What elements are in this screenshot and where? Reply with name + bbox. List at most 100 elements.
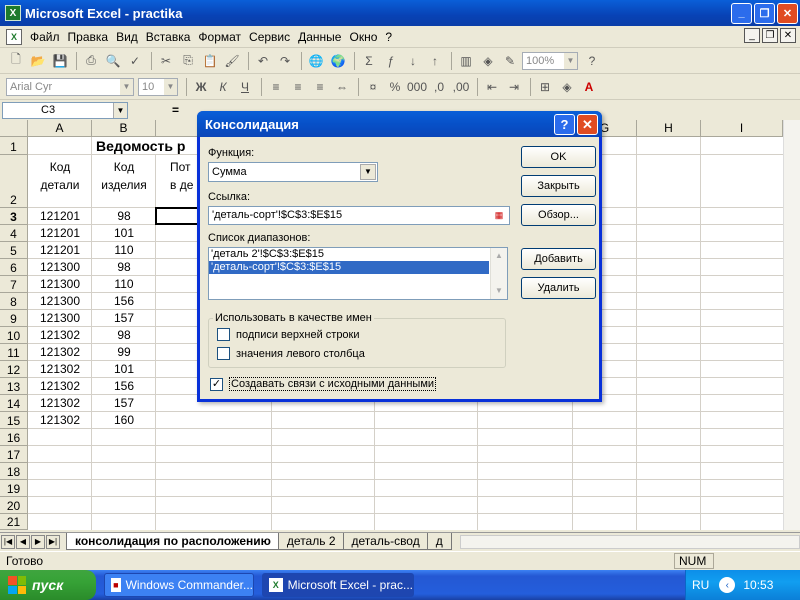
bold-icon[interactable]: Ж: [191, 77, 211, 97]
row-header[interactable]: 14: [0, 395, 28, 412]
row-header[interactable]: 13: [0, 378, 28, 395]
paste-icon[interactable]: 📋: [200, 51, 220, 71]
decrease-decimal-icon[interactable]: ,00: [451, 77, 471, 97]
row-header[interactable]: 5: [0, 242, 28, 259]
autosum-icon[interactable]: Σ: [359, 51, 379, 71]
cell-a[interactable]: 121302: [28, 378, 92, 395]
document-icon[interactable]: X: [6, 28, 22, 45]
open-icon[interactable]: 📂: [28, 51, 48, 71]
cell-b[interactable]: 157: [92, 395, 156, 412]
menu-format[interactable]: Формат: [194, 30, 245, 44]
list-item[interactable]: 'деталь 2'!$C$3:$E$15: [209, 248, 489, 261]
header-cell-a[interactable]: Код детали: [28, 158, 92, 194]
borders-icon[interactable]: ⊞: [535, 77, 555, 97]
top-row-checkbox[interactable]: подписи верхней строки: [217, 328, 360, 341]
menu-help[interactable]: ?: [381, 30, 396, 44]
cell-a[interactable]: 121302: [28, 412, 92, 429]
align-right-icon[interactable]: ≡: [310, 77, 330, 97]
hyperlink-icon[interactable]: 🌐: [306, 51, 326, 71]
drawing-icon[interactable]: ✎: [500, 51, 520, 71]
col-header-a[interactable]: A: [28, 120, 92, 137]
fill-color-icon[interactable]: ◈: [557, 77, 577, 97]
row-header[interactable]: 10: [0, 327, 28, 344]
row-header[interactable]: 20: [0, 497, 28, 514]
underline-icon[interactable]: Ч: [235, 77, 255, 97]
last-sheet-button[interactable]: ▶|: [46, 534, 60, 549]
decrease-indent-icon[interactable]: ⇤: [482, 77, 502, 97]
cell-a[interactable]: 121302: [28, 361, 92, 378]
row-header[interactable]: 19: [0, 480, 28, 497]
thousands-icon[interactable]: 000: [407, 77, 427, 97]
cell-b[interactable]: 110: [92, 276, 156, 293]
tray-expand-icon[interactable]: ‹: [719, 577, 736, 593]
scroll-down-icon[interactable]: ▼: [491, 283, 507, 297]
menu-view[interactable]: Вид: [112, 30, 142, 44]
font-size-select[interactable]: 10 ▼: [138, 77, 178, 96]
ok-button[interactable]: OK: [521, 146, 596, 168]
cell-a[interactable]: 121300: [28, 276, 92, 293]
menu-edit[interactable]: Правка: [64, 30, 113, 44]
italic-icon[interactable]: К: [213, 77, 233, 97]
close-dialog-button[interactable]: Закрыть: [521, 175, 596, 197]
delete-button[interactable]: Удалить: [521, 277, 596, 299]
add-button[interactable]: Добавить: [521, 248, 596, 270]
menu-data[interactable]: Данные: [294, 30, 345, 44]
tab-consolidation[interactable]: консолидация по расположению: [66, 533, 280, 550]
row-header[interactable]: 9: [0, 310, 28, 327]
tab-more[interactable]: д: [426, 533, 452, 550]
excel-app-icon[interactable]: X: [5, 5, 21, 21]
list-item-selected[interactable]: 'деталь-сорт'!$C$3:$E$15: [209, 261, 489, 274]
help-button[interactable]: ?: [554, 114, 575, 135]
new-icon[interactable]: 🗋: [6, 51, 26, 71]
row-header[interactable]: 4: [0, 225, 28, 242]
cell-b[interactable]: 99: [92, 344, 156, 361]
zoom-select[interactable]: 100% ▼: [522, 51, 578, 70]
vertical-scrollbar[interactable]: [783, 120, 800, 530]
cell-b[interactable]: 98: [92, 208, 156, 225]
currency-icon[interactable]: ¤: [363, 77, 383, 97]
name-box[interactable]: C3 ▼: [2, 101, 128, 119]
redo-icon[interactable]: ↷: [275, 51, 295, 71]
collapse-dialog-icon[interactable]: ▦: [491, 209, 507, 222]
format-painter-icon[interactable]: 🖌: [222, 51, 242, 71]
scroll-track[interactable]: [491, 262, 507, 283]
cell-a[interactable]: 121201: [28, 208, 92, 225]
sort-asc-icon[interactable]: ↓: [403, 51, 423, 71]
align-left-icon[interactable]: ≡: [266, 77, 286, 97]
cell-b[interactable]: 101: [92, 361, 156, 378]
header-cell-b[interactable]: Код изделия: [92, 158, 156, 194]
percent-icon[interactable]: %: [385, 77, 405, 97]
row-header[interactable]: 12: [0, 361, 28, 378]
menu-insert[interactable]: Вставка: [142, 30, 195, 44]
left-column-checkbox[interactable]: значения левого столбца: [217, 347, 365, 360]
next-sheet-button[interactable]: ▶: [31, 534, 45, 549]
checkmark-icon[interactable]: ✓: [210, 377, 223, 391]
reference-input[interactable]: 'деталь-сорт'!$C$3:$E$15 ▦: [208, 206, 510, 225]
row-header[interactable]: 3: [0, 208, 28, 225]
cell-a[interactable]: 121300: [28, 293, 92, 310]
ranges-list[interactable]: 'деталь 2'!$C$3:$E$15 'деталь-сорт'!$C$3…: [208, 247, 508, 300]
cell-a[interactable]: 121201: [28, 242, 92, 259]
menu-tools[interactable]: Сервис: [245, 30, 294, 44]
merge-center-icon[interactable]: ⇔: [332, 77, 352, 97]
cell-a[interactable]: 121201: [28, 225, 92, 242]
create-links-checkbox[interactable]: ✓ Создавать связи с исходными данными: [210, 377, 437, 391]
undo-icon[interactable]: ↶: [253, 51, 273, 71]
first-sheet-button[interactable]: |◀: [1, 534, 15, 549]
web-icon[interactable]: 🌍: [328, 51, 348, 71]
cut-icon[interactable]: ✂: [156, 51, 176, 71]
list-scrollbar[interactable]: ▲ ▼: [490, 248, 507, 299]
col-header-h[interactable]: H: [637, 120, 701, 137]
dialog-close-button[interactable]: ✕: [577, 114, 598, 135]
row-header[interactable]: 11: [0, 344, 28, 361]
start-button[interactable]: пуск: [0, 570, 96, 600]
preview-icon[interactable]: 🔍: [103, 51, 123, 71]
chart-wizard-icon[interactable]: ▥: [456, 51, 476, 71]
doc-minimize-button[interactable]: _: [744, 28, 760, 43]
checkbox-box[interactable]: [217, 347, 230, 360]
map-icon[interactable]: ◈: [478, 51, 498, 71]
cell-b[interactable]: 160: [92, 412, 156, 429]
copy-icon[interactable]: ⎘: [178, 51, 198, 71]
office-assistant-icon[interactable]: ?: [582, 51, 602, 71]
cell-a[interactable]: 121300: [28, 310, 92, 327]
